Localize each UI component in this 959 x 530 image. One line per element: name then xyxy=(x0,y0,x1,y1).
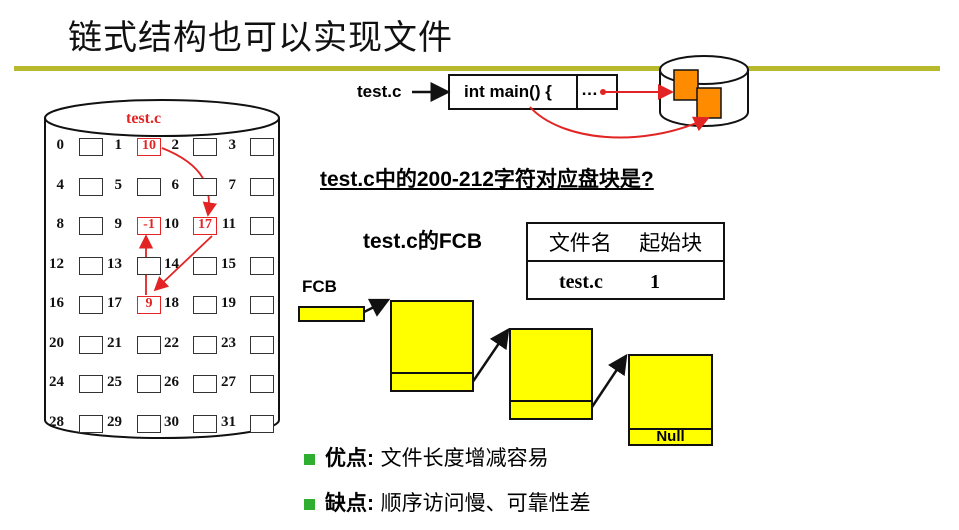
block-number: 28 xyxy=(49,414,64,430)
block-number: 30 xyxy=(164,414,179,430)
fcb-table: 文件名 起始块 test.c 1 xyxy=(526,222,725,300)
block-number: 4 xyxy=(56,177,65,193)
disk-block-1 xyxy=(673,69,699,101)
block-cell xyxy=(250,415,274,433)
small-disk-icon xyxy=(659,55,749,127)
bullet-cons: 缺点: 顺序访问慢、可靠性差 xyxy=(325,487,591,517)
block-number: 2 xyxy=(171,137,180,153)
chain-block-1 xyxy=(390,300,474,392)
null-label: Null xyxy=(656,428,685,445)
fcb-table-header: 文件名 起始块 xyxy=(528,224,723,262)
chain-link-1 xyxy=(470,327,510,384)
block-number: 12 xyxy=(49,256,64,272)
block-number: 3 xyxy=(228,137,237,153)
block-number: 11 xyxy=(221,216,236,232)
block-cell xyxy=(250,138,274,156)
fcb-caption: test.c的FCB xyxy=(363,230,483,253)
chain-link-2 xyxy=(588,353,628,411)
block-cell xyxy=(250,178,274,196)
block-cell xyxy=(250,375,274,393)
block-number: 10 xyxy=(164,216,179,232)
block-number: 20 xyxy=(49,335,64,351)
block-number: 13 xyxy=(107,256,122,272)
fcb-col-filename: 文件名 xyxy=(548,231,612,255)
fcb-name-cell: test.c xyxy=(559,271,603,293)
block-number: 8 xyxy=(56,216,65,232)
block-number: 26 xyxy=(164,374,179,390)
fcb-pointer-bar xyxy=(298,306,365,322)
block-cell xyxy=(250,296,274,314)
block-number: 6 xyxy=(171,177,180,193)
block-number: 0 xyxy=(56,137,65,153)
block-number: 25 xyxy=(107,374,122,390)
bullet-marker-2 xyxy=(304,499,315,510)
block-number: 15 xyxy=(221,256,236,272)
block-number: 19 xyxy=(221,295,236,311)
fcb-table-row: test.c 1 xyxy=(528,264,723,300)
fcb-col-startblock: 起始块 xyxy=(639,231,703,255)
bullet-pros: 优点: 文件长度增减容易 xyxy=(325,442,549,472)
code-file-label: test.c xyxy=(357,82,402,101)
block-number: 18 xyxy=(164,295,179,311)
code-ellipsis: … xyxy=(581,80,598,99)
block-number: 5 xyxy=(114,177,123,193)
fcb-start-cell: 1 xyxy=(650,271,660,293)
bullet-cons-head: 缺点: xyxy=(325,492,374,515)
disk-block-2 xyxy=(696,87,722,119)
chain-block-2 xyxy=(509,328,593,420)
block-cell xyxy=(250,257,274,275)
chain-block-3-pointer: Null xyxy=(628,428,713,446)
block-number: 22 xyxy=(164,335,179,351)
block-number: 24 xyxy=(49,374,64,390)
block-number: 9 xyxy=(114,216,123,232)
block-number: 14 xyxy=(164,256,179,272)
chain-block-1-pointer xyxy=(390,372,474,392)
bullet-pros-text: 文件长度增减容易 xyxy=(374,446,549,470)
chain-block-2-pointer xyxy=(509,400,593,420)
block-number: 16 xyxy=(49,295,64,311)
block-number: 17 xyxy=(107,295,122,311)
block-number: 1 xyxy=(114,137,123,153)
code-content: int main() { xyxy=(464,82,552,101)
bullet-cons-text: 顺序访问慢、可靠性差 xyxy=(374,491,591,515)
chain-fcb-label: FCB xyxy=(302,277,337,296)
block-cell xyxy=(250,336,274,354)
block-number: 21 xyxy=(107,335,122,351)
chain-block-3: Null xyxy=(628,354,713,446)
block-number: 31 xyxy=(221,414,236,430)
block-number: 23 xyxy=(221,335,236,351)
bullet-marker-1 xyxy=(304,454,315,465)
bullet-pros-head: 优点: xyxy=(325,447,374,470)
block-cell xyxy=(250,217,274,235)
disk-file-label: test.c xyxy=(126,110,162,127)
block-number: 7 xyxy=(228,177,237,193)
question-text: test.c中的200-212字符对应盘块是? xyxy=(320,168,654,191)
block-number: 29 xyxy=(107,414,122,430)
block-number: 27 xyxy=(221,374,236,390)
